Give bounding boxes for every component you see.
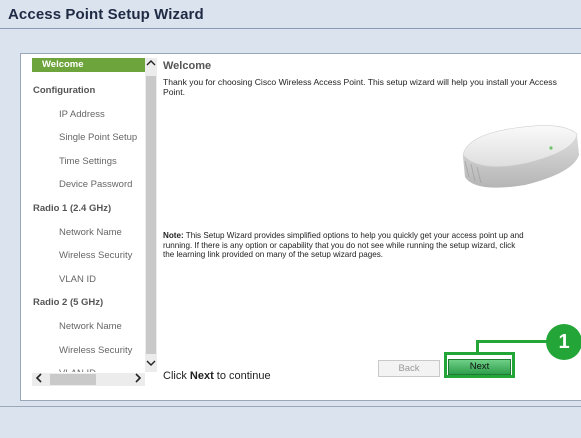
sidebar-horizontal-scrollbar[interactable] bbox=[32, 373, 145, 386]
nav-item-single-point-setup[interactable]: Single Point Setup bbox=[32, 126, 145, 150]
panel-bottom-divider bbox=[0, 406, 581, 407]
window-title: Access Point Setup Wizard bbox=[8, 6, 204, 23]
continue-prefix: Click bbox=[163, 370, 190, 382]
title-divider bbox=[0, 28, 581, 29]
back-button[interactable]: Back bbox=[378, 360, 440, 377]
scroll-right-icon[interactable] bbox=[131, 373, 145, 386]
note-line-1: This Setup Wizard provides simplified op… bbox=[183, 231, 524, 240]
nav-item-radio2-vlan-id[interactable]: VLAN ID bbox=[32, 362, 145, 372]
setup-wizard-window: Access Point Setup Wizard Welcome Config… bbox=[0, 0, 581, 438]
next-button[interactable]: Next bbox=[448, 359, 511, 375]
nav-item-radio1-vlan-id[interactable]: VLAN ID bbox=[32, 268, 145, 292]
nav-item-ip-address[interactable]: IP Address bbox=[32, 103, 145, 127]
nav-item-radio-1[interactable]: Radio 1 (2.4 GHz) bbox=[32, 197, 145, 221]
scroll-down-icon[interactable] bbox=[145, 358, 157, 372]
continue-suffix: to continue bbox=[213, 370, 271, 382]
callout-connector-horizontal bbox=[476, 340, 552, 343]
note-label: Note: bbox=[163, 231, 184, 240]
sidebar-vertical-scrollbar[interactable] bbox=[145, 58, 157, 372]
continue-instruction: Click Next to continue bbox=[163, 370, 271, 382]
nav-item-welcome[interactable]: Welcome bbox=[32, 58, 145, 72]
note-line-2: running. If there is any option or capab… bbox=[163, 240, 516, 250]
scroll-left-icon[interactable] bbox=[32, 373, 46, 386]
scroll-up-icon[interactable] bbox=[145, 58, 157, 72]
intro-text: Thank you for choosing Cisco Wireless Ac… bbox=[163, 77, 557, 97]
note-line-3: the learning link provided on many of th… bbox=[163, 250, 384, 260]
nav-item-radio1-wireless-security[interactable]: Wireless Security bbox=[32, 244, 145, 268]
wizard-step-nav: Welcome Configuration IP Address Single … bbox=[32, 58, 145, 372]
nav-item-radio1-network-name[interactable]: Network Name bbox=[32, 221, 145, 245]
horizontal-scroll-thumb[interactable] bbox=[50, 374, 96, 385]
continue-next-word: Next bbox=[189, 370, 214, 382]
vertical-scroll-thumb[interactable] bbox=[146, 76, 156, 354]
nav-item-radio-2[interactable]: Radio 2 (5 GHz) bbox=[32, 291, 145, 315]
step-callout-badge: 1 bbox=[546, 324, 581, 360]
nav-item-radio2-network-name[interactable]: Network Name bbox=[32, 315, 145, 339]
nav-item-radio2-wireless-security[interactable]: Wireless Security bbox=[32, 339, 145, 363]
nav-item-configuration[interactable]: Configuration bbox=[32, 79, 145, 103]
page-heading: Welcome bbox=[163, 60, 212, 72]
access-point-device-image bbox=[462, 125, 579, 188]
nav-item-time-settings[interactable]: Time Settings bbox=[32, 150, 145, 174]
nav-item-device-password[interactable]: Device Password bbox=[32, 173, 145, 197]
setup-note: Note: This Setup Wizard provides simplif… bbox=[163, 231, 581, 260]
